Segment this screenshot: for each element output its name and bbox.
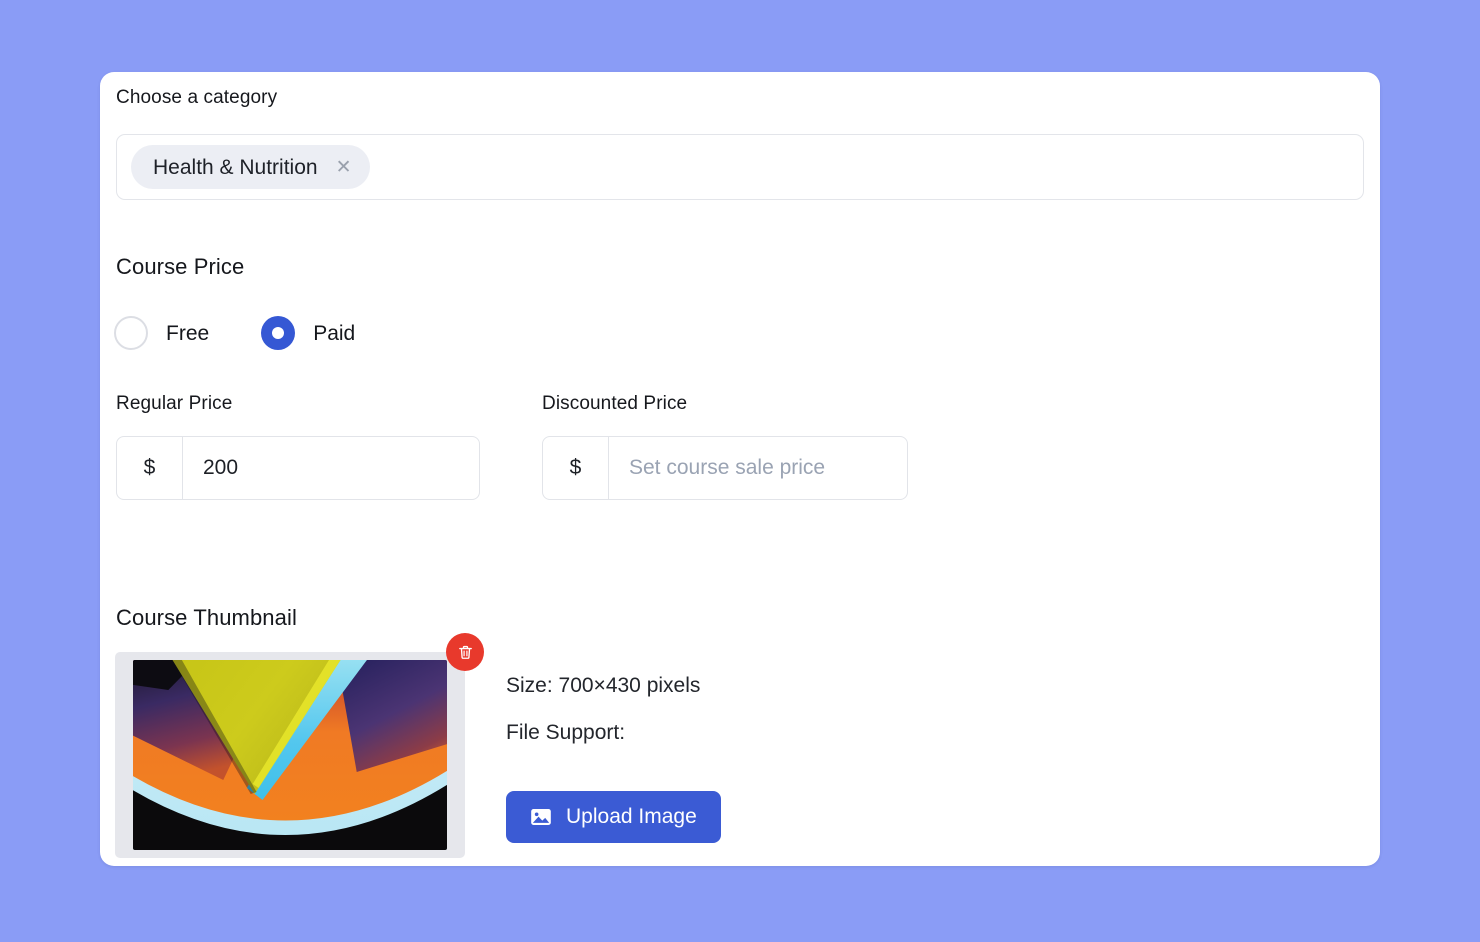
thumbnail-frame <box>115 652 465 858</box>
category-tag-chip[interactable]: Health & Nutrition ✕ <box>131 145 370 189</box>
radio-label-free: Free <box>166 321 210 345</box>
radio-option-paid[interactable]: Paid <box>261 316 355 350</box>
price-type-radio-group: Free Paid <box>114 316 355 350</box>
radio-option-free[interactable]: Free <box>114 316 209 350</box>
regular-price-label: Regular Price <box>116 393 233 414</box>
course-thumbnail-heading: Course Thumbnail <box>116 605 297 630</box>
regular-price-input-group: $ <box>116 436 480 500</box>
discounted-price-input-group: $ <box>542 436 908 500</box>
regular-price-input[interactable] <box>183 437 479 499</box>
trash-icon <box>458 645 472 659</box>
discounted-price-input[interactable] <box>609 437 907 499</box>
radio-dot-paid[interactable] <box>261 316 296 350</box>
currency-symbol-icon: $ <box>117 437 183 499</box>
category-tag-label: Health & Nutrition <box>153 155 318 179</box>
thumbnail-size-text: Size: 700×430 pixels <box>506 674 701 697</box>
upload-image-button[interactable]: Upload Image <box>506 791 721 843</box>
thumbnail-preview-block <box>115 633 484 858</box>
course-settings-card: Choose a category Health & Nutrition ✕ C… <box>100 72 1380 866</box>
course-price-heading: Course Price <box>116 254 245 279</box>
radio-dot-free[interactable] <box>114 316 148 350</box>
delete-thumbnail-button[interactable] <box>446 633 484 671</box>
radio-label-paid: Paid <box>313 321 356 345</box>
category-select-input[interactable]: Health & Nutrition ✕ <box>116 134 1364 200</box>
discounted-price-label: Discounted Price <box>542 393 688 414</box>
category-label: Choose a category <box>116 87 278 108</box>
thumbnail-meta-block: Size: 700×430 pixels File Support: Uploa… <box>506 675 1026 843</box>
close-x-icon[interactable]: ✕ <box>332 158 356 177</box>
currency-symbol-icon: $ <box>543 437 609 499</box>
upload-image-button-label: Upload Image <box>566 805 697 828</box>
image-icon <box>531 809 551 825</box>
thumbnail-file-support-text: File Support: <box>506 721 626 744</box>
thumbnail-preview-image <box>133 660 447 850</box>
